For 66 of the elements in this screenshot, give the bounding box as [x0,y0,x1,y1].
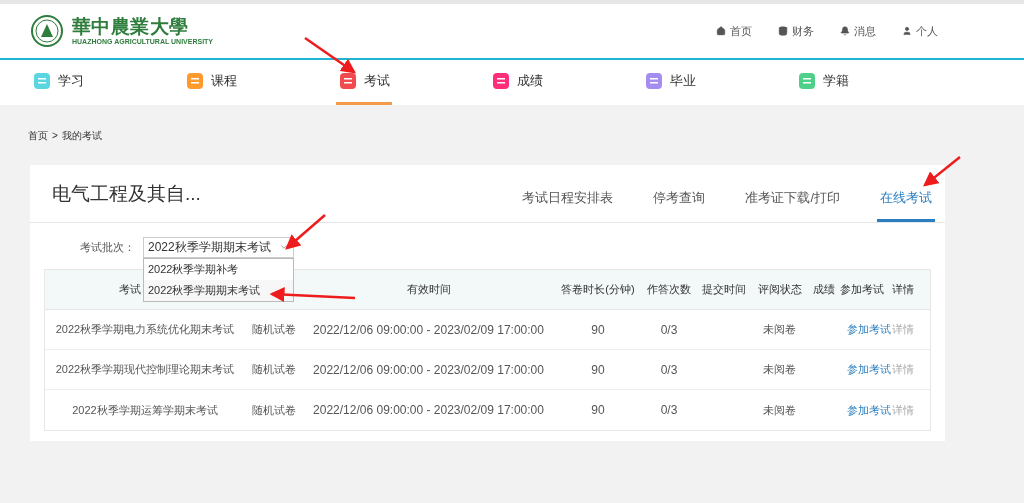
table-cell-text: 2022/12/06 09:00:00 - 2023/02/09 17:00:00 [313,402,544,419]
table-cell-text: 0/3 [660,361,678,379]
table-cell-text: 2022/12/06 09:00:00 - 2023/02/09 17:00:00 [313,321,544,339]
column-header: 答卷时长(分钟) [561,282,635,298]
nav-label: 成绩 [517,72,543,91]
column-header: 参加考试 [840,282,884,298]
nav-tab[interactable]: 毕业 [642,60,795,105]
column-header: 考试 [119,282,141,298]
table-cell-text: 2022秋季学期电力系统优化期末考试 [55,322,235,338]
column-header: 有效时间 [406,282,451,298]
nav-tab[interactable]: 学习 [30,60,183,105]
table-cell-text: 随机试卷 [252,402,296,418]
card-tab[interactable]: 停考查询 [650,187,709,222]
table-cell-text: 0/3 [660,402,678,419]
card-title: 电气工程及其自... [52,181,201,206]
card-tab[interactable]: 在线考试 [877,187,935,222]
header-link[interactable]: 首页 [716,22,752,40]
join-exam-link[interactable]: 参加考试 [840,361,891,378]
header-link[interactable]: 财务 [778,22,814,40]
nav-label: 毕业 [670,72,696,91]
table-cell-text: 未阅卷 [763,322,796,338]
nav-tab[interactable]: 学籍 [795,60,948,105]
nav-label: 学籍 [823,72,849,91]
home-icon [716,26,726,36]
nav-label: 学习 [58,72,84,91]
join-exam-link[interactable]: 参加考试 [840,321,891,338]
breadcrumb-separator: > [52,128,58,143]
table-cell-text: 随机试卷 [252,362,296,378]
user-icon [902,26,912,36]
nav-tab[interactable]: 考试 [336,60,489,105]
column-header: 评阅状态 [757,282,802,298]
university-emblem-icon [30,14,64,48]
table-cell-text: 90 [591,402,605,419]
annotation-arrow [923,156,961,187]
column-header: 详情 [892,282,914,298]
column-header: 作答次数 [647,282,691,298]
header-link[interactable]: 个人 [902,22,938,40]
table-cell-text: 2022/12/06 09:00:00 - 2023/02/09 17:00:00 [313,361,544,379]
batch-select[interactable]: 2022秋季学期期末考试 [143,236,294,258]
table-cell-text: 未阅卷 [763,402,796,418]
header-link[interactable]: 消息 [840,22,876,40]
dropdown-option[interactable]: 2022秋季学期期末考试 [144,280,293,301]
table-cell-text: 90 [591,321,605,339]
breadcrumb-item[interactable]: 首页 [28,127,48,143]
breadcrumb-item[interactable]: 我的考试 [61,127,102,143]
nav-label: 课程 [211,72,237,91]
table-cell-text: 2022秋季学期现代控制理论期末考试 [55,362,235,378]
annotation-arrow [285,214,326,250]
card-tab[interactable]: 准考证下载/打印 [742,187,843,222]
table-cell-text: 0/3 [660,321,678,339]
column-header: 提交时间 [702,282,746,298]
table-cell-text: 90 [591,361,605,379]
join-exam-link[interactable]: 参加考试 [840,401,891,419]
nav-label: 考试 [364,72,390,91]
nav-tab[interactable]: 成绩 [489,60,642,105]
bell-icon [840,26,850,36]
table-cell-text: 2022秋季学期运筹学期末考试 [72,402,218,418]
table-cell-text: 未阅卷 [763,362,796,378]
column-header: 成绩 [812,282,835,298]
table-cell-text: 随机试卷 [252,322,296,338]
database-icon [778,26,788,36]
nav-tab[interactable]: 课程 [183,60,336,105]
annotation-arrow [304,36,357,74]
card-tab[interactable]: 考试日程安排表 [519,187,617,222]
university-name: 華中農業大學 [72,17,190,36]
batch-label: 考试批次： [80,239,136,255]
